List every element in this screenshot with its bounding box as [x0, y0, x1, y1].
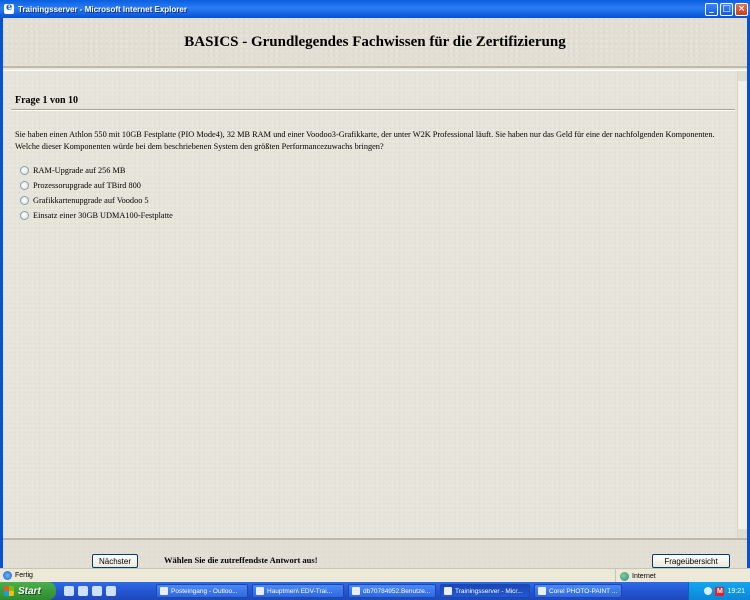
radio-button[interactable]	[20, 181, 29, 190]
minimize-button[interactable]: _	[705, 2, 718, 16]
instruction-text: Wählen Sie die zutreffendste Antwort aus…	[164, 555, 318, 565]
outlook-icon	[160, 587, 168, 595]
ie-icon	[444, 587, 452, 595]
start-button[interactable]: Start	[0, 582, 56, 600]
window-title: Trainingsserver - Microsoft Internet Exp…	[18, 4, 187, 14]
vertical-scrollbar[interactable]	[737, 71, 747, 538]
network-icon[interactable]	[704, 587, 713, 595]
zone-label: Internet	[632, 572, 656, 580]
start-label: Start	[18, 585, 41, 597]
answer-list: RAM-Upgrade auf 256 MB Prozessorupgrade …	[15, 163, 173, 223]
quick-launch	[64, 586, 156, 596]
radio-button[interactable]	[20, 211, 29, 220]
close-button[interactable]: ×	[735, 2, 748, 16]
question-counter: Frage 1 von 10	[15, 95, 79, 106]
status-text: Fertig	[15, 572, 33, 579]
taskbar-item-label: Corel PHOTO-PAINT ...	[549, 587, 618, 595]
taskbar-item-label: Posteingang - Outloo...	[171, 587, 238, 595]
browser-window: BASICS - Grundlegendes Fachwissen für di…	[0, 18, 750, 582]
window-titlebar[interactable]: Trainingsserver - Microsoft Internet Exp…	[0, 0, 750, 18]
taskbar-item[interactable]: db70784952.Benutze...	[348, 584, 436, 598]
question-text: Sie haben einen Athlon 550 mit 10GB Fest…	[15, 130, 715, 151]
quicklaunch-ie-icon[interactable]	[64, 586, 74, 596]
radio-button[interactable]	[20, 196, 29, 205]
quicklaunch-media-icon[interactable]	[106, 586, 116, 596]
taskbar-item[interactable]: Hauptmen\ EDV-Trai...	[252, 584, 344, 598]
system-tray: M 19:21	[688, 582, 750, 600]
security-zone: Internet	[615, 569, 750, 583]
divider	[11, 109, 735, 111]
maximize-button[interactable]: □	[720, 2, 733, 16]
question-overview-button[interactable]: Frageübersicht	[652, 554, 730, 568]
next-button[interactable]: Nächster	[92, 554, 138, 568]
page-title: BASICS - Grundlegendes Fachwissen für di…	[184, 33, 566, 50]
answer-option[interactable]: Grafikkartenupgrade auf Voodoo 5	[15, 193, 173, 208]
answer-label: Einsatz einer 30GB UDMA100-Festplatte	[33, 211, 173, 220]
status-bar: Fertig Internet	[0, 568, 750, 583]
scroll-up-arrow-icon[interactable]	[738, 71, 747, 81]
answer-option[interactable]: RAM-Upgrade auf 256 MB	[15, 163, 173, 178]
radio-button[interactable]	[20, 166, 29, 175]
taskbar-item-label: Trainingsserver - Micr...	[455, 587, 523, 595]
windows-flag-icon	[4, 586, 14, 596]
header-frame: BASICS - Grundlegendes Fachwissen für di…	[3, 18, 747, 68]
taskbar-item-label: db70784952.Benutze...	[363, 587, 431, 595]
answer-label: Prozessorupgrade auf TBird 800	[33, 181, 141, 190]
globe-icon	[620, 571, 629, 581]
page-status-icon	[3, 571, 12, 580]
mcafee-icon[interactable]: M	[715, 586, 725, 596]
quicklaunch-explorer-icon[interactable]	[92, 586, 102, 596]
answer-label: Grafikkartenupgrade auf Voodoo 5	[33, 196, 149, 205]
taskbar-item-active[interactable]: Trainingsserver - Micr...	[440, 584, 530, 598]
ie-icon	[4, 2, 14, 14]
question-frame: Frage 1 von 10 Sie haben einen Athlon 55…	[3, 70, 747, 538]
taskbar-item[interactable]: Corel PHOTO-PAINT ...	[534, 584, 622, 598]
clock[interactable]: 19:21	[727, 588, 745, 595]
answer-option[interactable]: Einsatz einer 30GB UDMA100-Festplatte	[15, 208, 173, 223]
corel-icon	[538, 587, 546, 595]
answer-label: RAM-Upgrade auf 256 MB	[33, 166, 126, 175]
answer-option[interactable]: Prozessorupgrade auf TBird 800	[15, 178, 173, 193]
scroll-down-arrow-icon[interactable]	[738, 529, 747, 538]
folder-icon	[256, 587, 264, 595]
quicklaunch-desktop-icon[interactable]	[78, 586, 88, 596]
taskbar: Start Posteingang - Outloo... Hauptmen\ …	[0, 582, 750, 600]
taskbar-item[interactable]: Posteingang - Outloo...	[156, 584, 248, 598]
taskbar-item-label: Hauptmen\ EDV-Trai...	[267, 587, 333, 595]
document-icon	[352, 587, 360, 595]
